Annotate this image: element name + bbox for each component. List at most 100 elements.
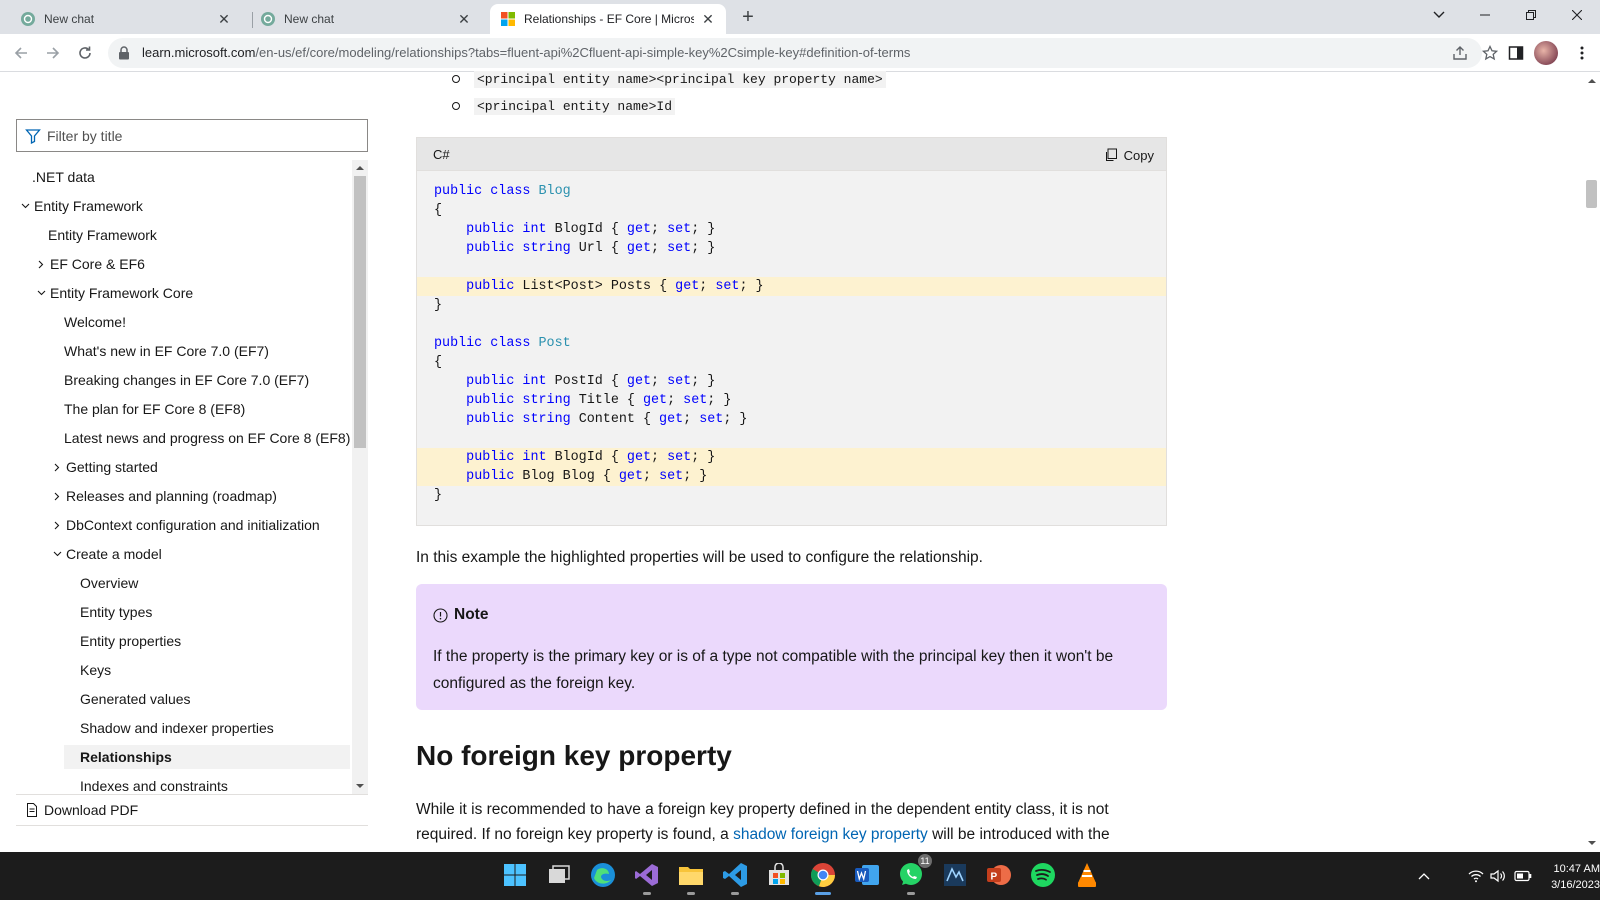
- toc-item-create-a-model[interactable]: Create a model: [50, 542, 162, 566]
- file-explorer-app[interactable]: [676, 860, 706, 895]
- minimize-icon: [1480, 14, 1490, 16]
- vlc-app[interactable]: [1072, 860, 1102, 890]
- code-block: C# Copy public class Blog { public int Bl…: [416, 137, 1167, 526]
- toc-item-getting-started[interactable]: Getting started: [50, 455, 158, 479]
- note-title: Note: [433, 606, 488, 624]
- tab-relationships[interactable]: Relationships - EF Core | Microso ✕: [490, 4, 726, 34]
- toc-item-label: EF Core & EF6: [50, 256, 145, 272]
- tab-new-chat-2[interactable]: New chat ✕: [250, 4, 482, 34]
- toc-item-releases[interactable]: Releases and planning (roadmap): [50, 484, 277, 508]
- toc-item-entity-types[interactable]: Entity types: [80, 600, 152, 624]
- copy-label: Copy: [1123, 147, 1154, 163]
- toc-item-overview[interactable]: Overview: [80, 571, 138, 595]
- rider-app[interactable]: [940, 860, 970, 890]
- edge-app[interactable]: [588, 860, 618, 890]
- new-tab-button[interactable]: +: [736, 5, 760, 29]
- toc-item-entity-framework[interactable]: Entity Framework: [18, 194, 143, 218]
- page-scrollbar-thumb[interactable]: [1586, 180, 1597, 208]
- toc-item-entity-framework-overview[interactable]: Entity Framework: [48, 223, 157, 247]
- visual-studio-app[interactable]: [632, 860, 662, 895]
- toc-item-label: Create a model: [66, 546, 162, 562]
- close-icon[interactable]: ✕: [216, 11, 232, 27]
- tab-search-button[interactable]: [1416, 0, 1462, 30]
- show-hidden-icons-button[interactable]: [1418, 864, 1430, 888]
- url-text[interactable]: learn.microsoft.com/en-us/ef/core/modeli…: [142, 45, 910, 60]
- toc-item-plan-ef8[interactable]: The plan for EF Core 8 (EF8): [64, 397, 245, 421]
- toc-item-label: Latest news and progress on EF Core 8 (E…: [64, 430, 350, 446]
- battery-status[interactable]: [1514, 864, 1532, 888]
- toc-item-shadow-indexer[interactable]: Shadow and indexer properties: [80, 716, 274, 740]
- toc-item-breaking-changes[interactable]: Breaking changes in EF Core 7.0 (EF7): [64, 368, 309, 392]
- toc-item-entity-properties[interactable]: Entity properties: [80, 629, 181, 653]
- vscode-app[interactable]: [720, 860, 750, 895]
- download-pdf-link[interactable]: Download PDF: [16, 794, 368, 826]
- toc-item-indexes-constraints[interactable]: Indexes and constraints: [80, 774, 228, 794]
- share-button[interactable]: [1448, 41, 1472, 65]
- address-bar[interactable]: learn.microsoft.com/en-us/ef/core/modeli…: [108, 38, 1482, 68]
- store-app[interactable]: [764, 860, 794, 890]
- windows-start-icon: [504, 864, 526, 886]
- toc-item-entity-framework-core[interactable]: Entity Framework Core: [34, 281, 193, 305]
- back-button[interactable]: [8, 40, 34, 66]
- download-pdf-label: Download PDF: [44, 802, 139, 818]
- chevron-down-icon[interactable]: [18, 203, 32, 209]
- reload-button[interactable]: [72, 40, 98, 66]
- toc-item-generated-values[interactable]: Generated values: [80, 687, 191, 711]
- page-scrollbar[interactable]: [1584, 72, 1600, 852]
- scroll-up-arrow-icon[interactable]: [1587, 76, 1597, 86]
- tab-new-chat-1[interactable]: New chat ✕: [10, 4, 242, 34]
- toc-item-relationships[interactable]: Relationships: [64, 745, 350, 769]
- copy-button[interactable]: Copy: [1104, 144, 1154, 166]
- lock-icon[interactable]: [118, 46, 130, 60]
- minimize-button[interactable]: [1462, 0, 1508, 30]
- restore-button[interactable]: [1508, 0, 1554, 30]
- svg-text:P: P: [991, 872, 998, 883]
- bookmark-button[interactable]: [1478, 41, 1502, 65]
- reload-icon: [79, 46, 91, 59]
- chevron-right-icon[interactable]: [50, 492, 64, 501]
- chevron-right-icon[interactable]: [50, 463, 64, 472]
- toc-item-keys[interactable]: Keys: [80, 658, 111, 682]
- scroll-up-arrow-icon[interactable]: [355, 163, 365, 173]
- spotify-app[interactable]: [1028, 860, 1058, 890]
- toc-item-welcome[interactable]: Welcome!: [64, 310, 126, 334]
- close-window-button[interactable]: [1554, 0, 1600, 30]
- start-button[interactable]: [500, 860, 530, 890]
- task-view-button[interactable]: [544, 860, 574, 890]
- chevron-right-icon[interactable]: [34, 260, 48, 269]
- forward-button[interactable]: [40, 40, 66, 66]
- close-icon[interactable]: ✕: [456, 11, 472, 27]
- side-panel-button[interactable]: [1504, 41, 1528, 65]
- chevron-right-icon[interactable]: [50, 521, 64, 530]
- whatsapp-app[interactable]: 11: [896, 854, 932, 895]
- table-of-contents: .NET data Entity Framework Entity Framew…: [16, 160, 350, 794]
- word-app[interactable]: [852, 860, 882, 890]
- note-body: If the property is the primary key or is…: [433, 648, 1114, 692]
- powerpoint-app[interactable]: P: [984, 860, 1014, 890]
- toc-item-ef-core-ef6[interactable]: EF Core & EF6: [34, 252, 145, 276]
- chrome-app[interactable]: [808, 860, 838, 895]
- toc-scrollbar[interactable]: [352, 160, 368, 794]
- chevron-down-icon[interactable]: [50, 551, 64, 557]
- toc-item-dbcontext[interactable]: DbContext configuration and initializati…: [50, 513, 320, 537]
- shadow-foreign-key-link[interactable]: shadow foreign key property: [733, 826, 928, 843]
- toc-item-whats-new[interactable]: What's new in EF Core 7.0 (EF7): [64, 339, 269, 363]
- chevron-down-icon[interactable]: [34, 290, 48, 296]
- toc-item-latest-news[interactable]: Latest news and progress on EF Core 8 (E…: [64, 426, 350, 450]
- close-icon[interactable]: ✕: [700, 11, 716, 27]
- code-line: }: [434, 298, 443, 313]
- clock-time: 10:47 AM: [1553, 863, 1600, 875]
- volume-control[interactable]: [1490, 864, 1506, 888]
- scroll-down-arrow-icon[interactable]: [355, 781, 365, 791]
- scroll-down-arrow-icon[interactable]: [1587, 838, 1597, 848]
- network-status[interactable]: [1468, 864, 1484, 888]
- code-line: }: [434, 488, 443, 503]
- system-clock[interactable]: 10:47 AM 3/16/2023: [1548, 861, 1600, 893]
- toc-scrollbar-thumb[interactable]: [354, 176, 366, 448]
- chrome-menu-button[interactable]: [1570, 41, 1594, 65]
- profile-avatar[interactable]: [1534, 41, 1558, 65]
- list-item: <principal entity name>Id: [452, 95, 676, 117]
- arrow-right-icon: [47, 47, 60, 59]
- filter-input[interactable]: [47, 126, 347, 146]
- toc-item-net-data[interactable]: .NET data: [32, 165, 95, 189]
